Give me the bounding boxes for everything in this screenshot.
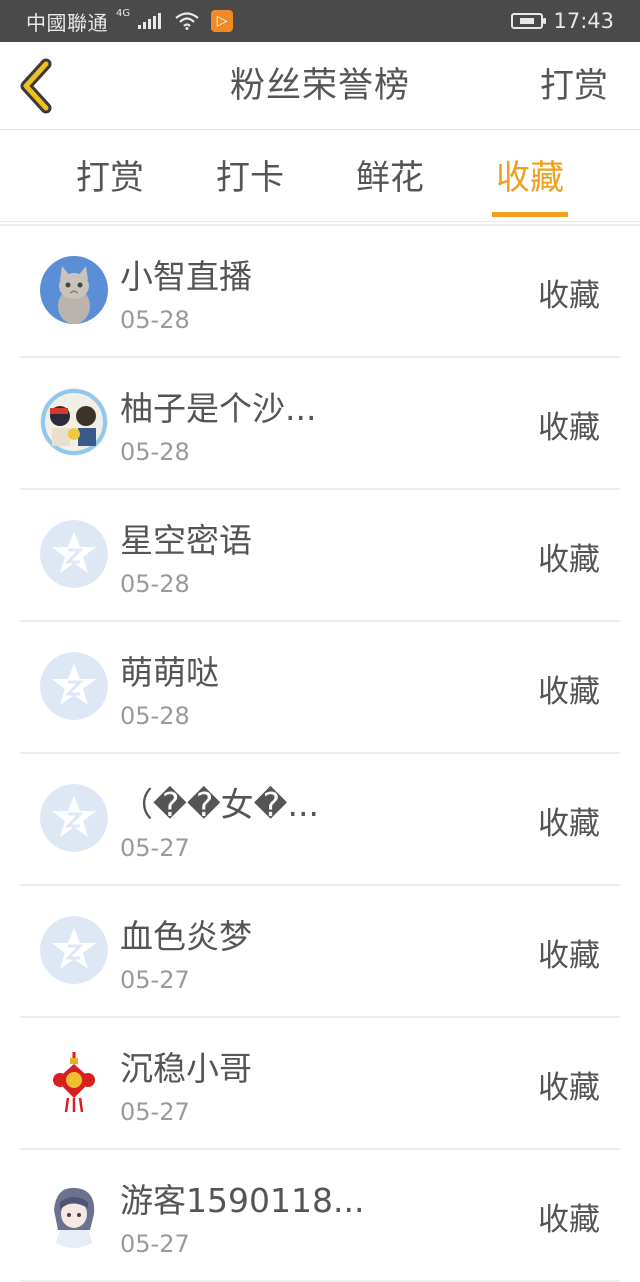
video-app-icon: ▷ bbox=[211, 10, 234, 32]
default-star-avatar-icon bbox=[40, 520, 108, 588]
list-item[interactable]: 沉稳小哥 05-27 收藏 bbox=[20, 1018, 620, 1150]
tab-bar: 打赏 打卡 鲜花 收藏 bbox=[0, 130, 640, 222]
clock: 17:43 bbox=[553, 9, 614, 33]
carrier-label: 中國聯通 bbox=[26, 10, 108, 35]
favorite-label: 收藏 bbox=[538, 674, 600, 710]
date-label: 05-27 bbox=[120, 1230, 190, 1258]
favorite-label: 收藏 bbox=[538, 410, 600, 446]
avatar bbox=[40, 1048, 108, 1116]
favorite-label: 收藏 bbox=[538, 806, 600, 842]
chevron-left-icon[interactable] bbox=[14, 56, 70, 116]
user-name: 星空密语 bbox=[120, 521, 252, 560]
default-star-avatar-icon bbox=[40, 652, 108, 720]
avatar bbox=[40, 256, 108, 324]
tab-flowers[interactable]: 鲜花 bbox=[335, 130, 445, 222]
user-name: 沉稳小哥 bbox=[120, 1049, 252, 1088]
user-name: （��女�... bbox=[120, 785, 319, 824]
favorite-label: 收藏 bbox=[538, 542, 600, 578]
fan-list: 小智直播 05-28 收藏 柚子是个沙... 05-28 收藏 星空密语 05-… bbox=[20, 226, 620, 1282]
date-label: 05-28 bbox=[120, 570, 190, 598]
favorite-label: 收藏 bbox=[538, 938, 600, 974]
favorite-label: 收藏 bbox=[538, 278, 600, 314]
list-item[interactable]: 小智直播 05-28 收藏 bbox=[20, 226, 620, 358]
reward-button[interactable]: 打赏 bbox=[540, 42, 608, 130]
user-name: 小智直播 bbox=[120, 257, 252, 296]
favorite-label: 收藏 bbox=[538, 1070, 600, 1106]
user-name: 血色炎梦 bbox=[120, 917, 252, 956]
list-item[interactable]: 柚子是个沙... 05-28 收藏 bbox=[20, 358, 620, 490]
default-star-avatar-icon bbox=[40, 916, 108, 984]
avatar bbox=[40, 1180, 108, 1248]
user-name: 萌萌哒 bbox=[120, 653, 219, 692]
date-label: 05-28 bbox=[120, 306, 190, 334]
status-bar: 中國聯通 4G ▷ 17:43 bbox=[0, 0, 640, 42]
active-tab-indicator bbox=[492, 212, 568, 217]
list-item[interactable]: 萌萌哒 05-28 收藏 bbox=[20, 622, 620, 754]
tab-reward[interactable]: 打赏 bbox=[55, 130, 165, 222]
date-label: 05-27 bbox=[120, 1098, 190, 1126]
default-star-avatar-icon bbox=[40, 784, 108, 852]
network-type-label: 4G bbox=[116, 7, 131, 19]
list-item[interactable]: 血色炎梦 05-27 收藏 bbox=[20, 886, 620, 1018]
user-name: 柚子是个沙... bbox=[120, 389, 317, 428]
battery-icon bbox=[511, 13, 547, 29]
list-item[interactable]: 星空密语 05-28 收藏 bbox=[20, 490, 620, 622]
top-header: 粉丝荣誉榜 打赏 bbox=[0, 42, 640, 130]
date-label: 05-28 bbox=[120, 702, 190, 730]
tab-checkin[interactable]: 打卡 bbox=[195, 130, 305, 222]
date-label: 05-27 bbox=[120, 834, 190, 862]
list-item[interactable]: 游客1590118... 05-27 收藏 bbox=[20, 1150, 620, 1282]
tab-favorites[interactable]: 收藏 bbox=[475, 130, 585, 222]
user-name: 游客1590118... bbox=[120, 1181, 365, 1220]
avatar bbox=[40, 388, 108, 456]
date-label: 05-28 bbox=[120, 438, 190, 466]
favorite-label: 收藏 bbox=[538, 1202, 600, 1238]
signal-icon bbox=[138, 13, 162, 29]
date-label: 05-27 bbox=[120, 966, 190, 994]
wifi-icon bbox=[175, 12, 199, 30]
list-item[interactable]: （��女�... 05-27 收藏 bbox=[20, 754, 620, 886]
